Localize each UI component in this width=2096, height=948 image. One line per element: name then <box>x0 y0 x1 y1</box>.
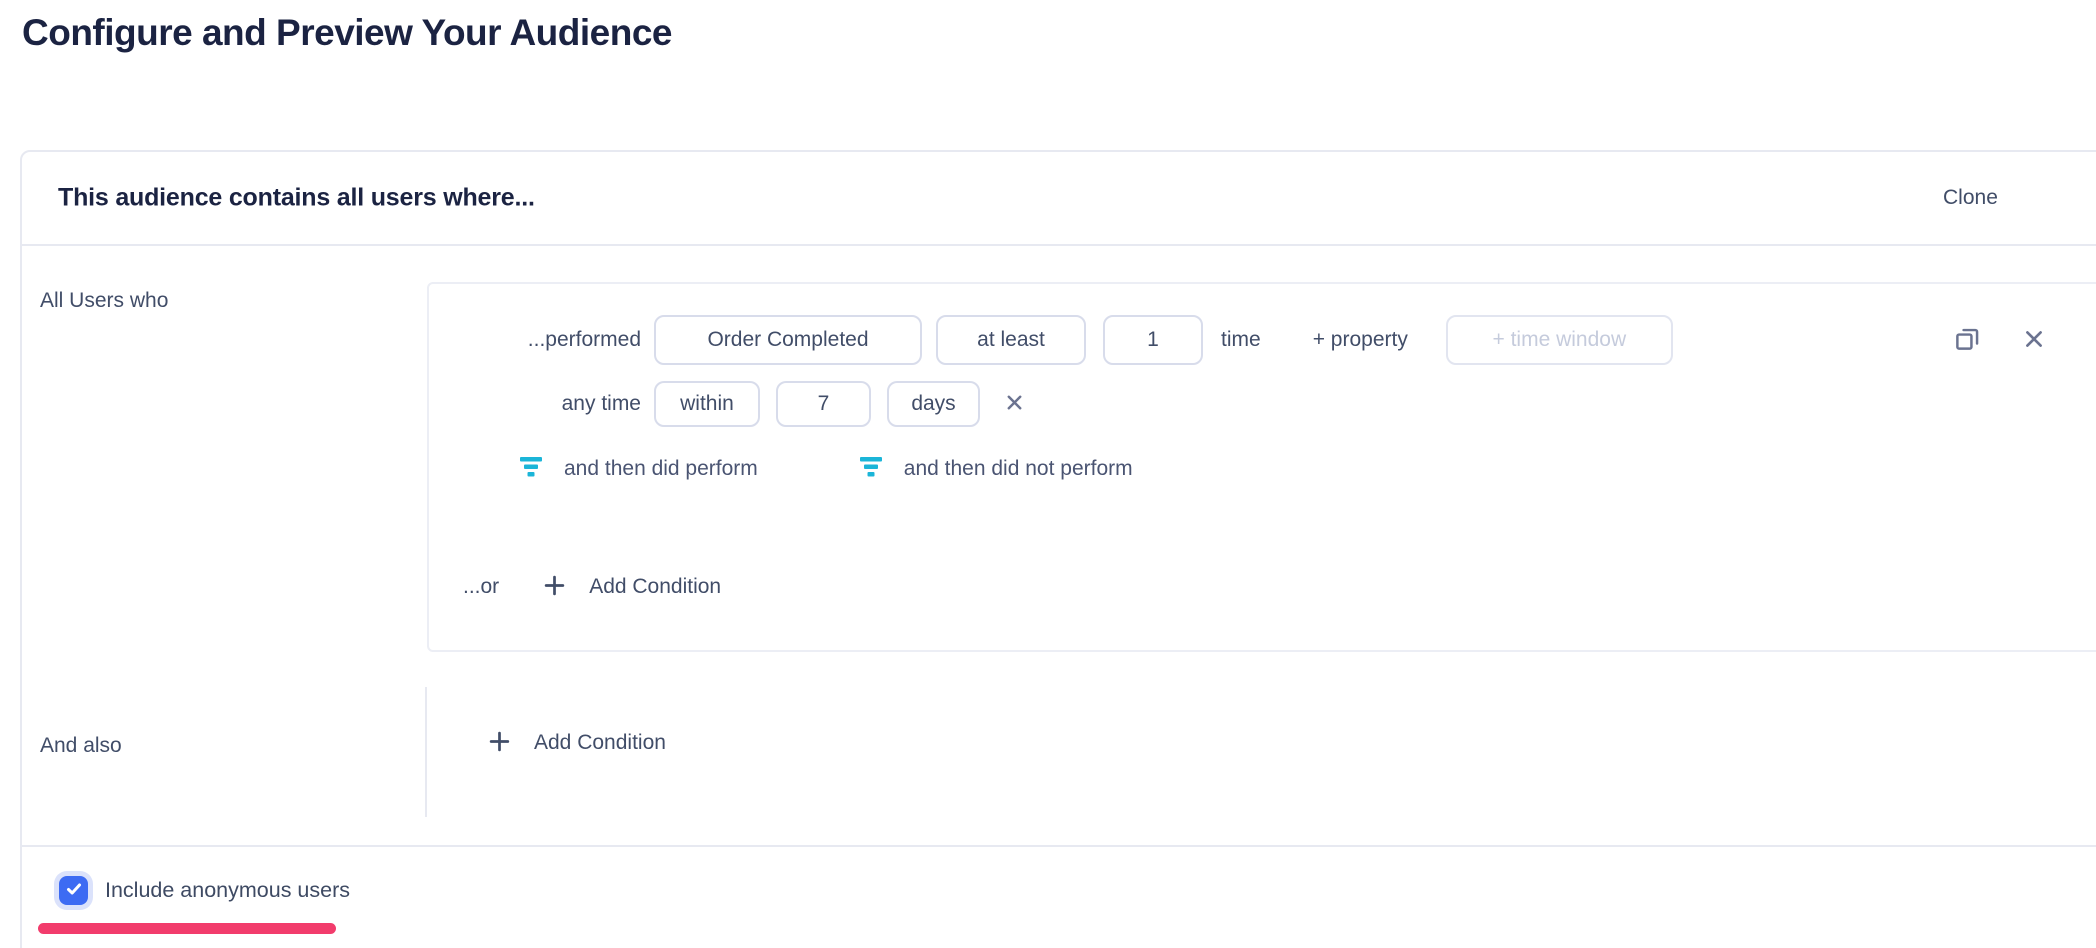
operator-select-button[interactable]: at least <box>936 315 1086 365</box>
event-select-button[interactable]: Order Completed <box>654 315 922 365</box>
include-anonymous-label: Include anonymous users <box>105 878 350 903</box>
footer-divider <box>20 845 2096 847</box>
add-or-condition-button[interactable]: Add Condition <box>543 574 721 600</box>
or-label: ...or <box>463 575 499 599</box>
include-anonymous-checkbox[interactable] <box>59 876 88 905</box>
page-title: Configure and Preview Your Audience <box>22 12 672 54</box>
condition-row-time: any time within days <box>429 381 1024 427</box>
and-also-divider <box>425 687 427 817</box>
time-unit-select-button[interactable]: days <box>887 381 980 427</box>
audience-panel: This audience contains all users where..… <box>20 150 2096 948</box>
remove-condition-button[interactable] <box>2023 328 2045 353</box>
time-window-button[interactable]: + time window <box>1446 315 1673 365</box>
add-condition-label: Add Condition <box>534 731 666 755</box>
and-then-did-perform-link[interactable]: and then did perform <box>519 456 758 482</box>
count-unit-label: time <box>1221 328 1261 352</box>
clone-button[interactable]: Clone <box>1943 186 1998 210</box>
performed-label: ...performed <box>429 328 641 352</box>
checkmark-icon <box>65 880 83 901</box>
and-then-did-not-perform-label: and then did not perform <box>904 457 1133 481</box>
duplicate-icon <box>1954 325 1981 355</box>
and-then-did-perform-label: and then did perform <box>564 457 758 481</box>
funnel-filter-icon <box>519 456 543 482</box>
panel-header-title: This audience contains all users where..… <box>58 184 535 213</box>
funnel-filter-icon <box>859 456 883 482</box>
time-value-input[interactable] <box>776 381 871 427</box>
duplicate-condition-button[interactable] <box>1954 325 1981 355</box>
time-range-select-button[interactable]: within <box>654 381 760 427</box>
and-then-did-not-perform-link[interactable]: and then did not perform <box>859 456 1133 482</box>
include-anonymous-row: Include anonymous users <box>59 876 350 905</box>
and-also-label: And also <box>40 734 122 758</box>
any-time-label: any time <box>429 392 641 416</box>
condition-row-actions <box>1954 325 2045 355</box>
add-and-condition-button[interactable]: Add Condition <box>488 730 666 756</box>
close-icon <box>2023 328 2045 353</box>
add-property-link[interactable]: + property <box>1313 328 1408 352</box>
all-users-who-label: All Users who <box>40 289 168 313</box>
add-condition-label: Add Condition <box>589 575 721 599</box>
funnel-links-row: and then did perform and then did not pe… <box>519 454 1133 484</box>
close-icon <box>1005 393 1024 415</box>
plus-icon <box>543 574 566 600</box>
or-add-condition-row: ...or Add Condition <box>429 569 721 605</box>
pink-highlight-underline <box>38 923 336 934</box>
audience-configure-page: Configure and Preview Your Audience This… <box>0 0 2096 948</box>
remove-time-window-button[interactable] <box>1005 393 1024 415</box>
condition-row-performed: ...performed Order Completed at least ti… <box>429 315 2096 365</box>
condition-card: ...performed Order Completed at least ti… <box>427 282 2096 652</box>
event-count-input[interactable] <box>1103 315 1203 365</box>
plus-icon <box>488 730 511 756</box>
panel-header: This audience contains all users where..… <box>22 152 2096 246</box>
